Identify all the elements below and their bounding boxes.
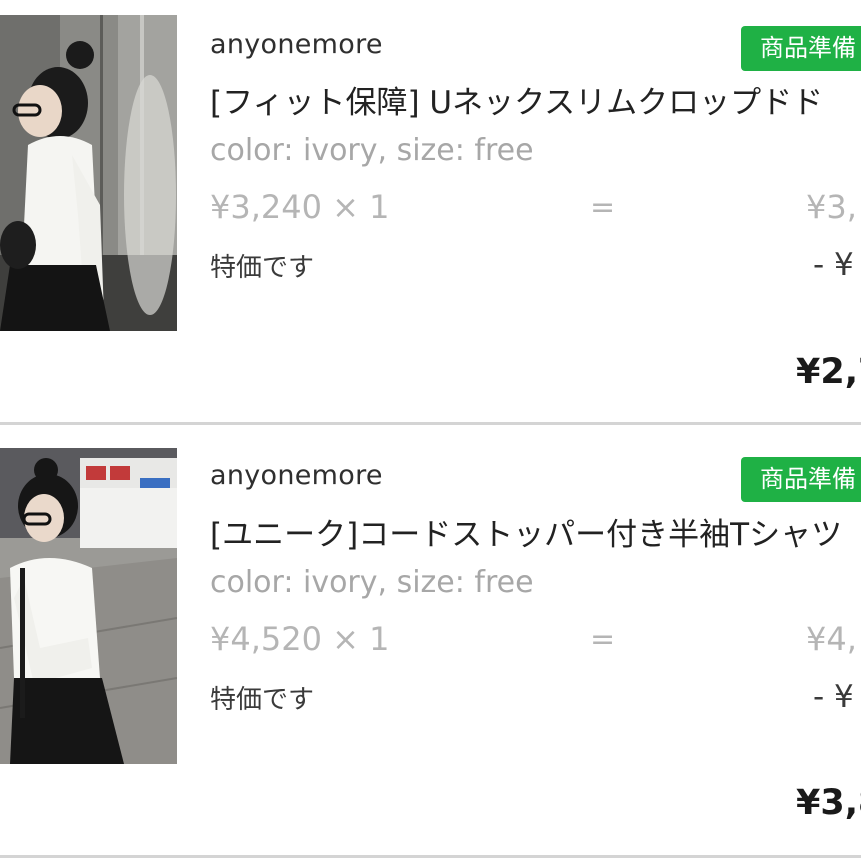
discount-amount: - ¥ bbox=[813, 247, 854, 283]
discount-amount: - ¥ bbox=[813, 679, 854, 715]
item-divider bbox=[0, 422, 861, 425]
discount-label: 特価です bbox=[210, 253, 315, 283]
unit-price-quantity: ¥3,240 × 1 bbox=[210, 188, 390, 226]
product-title[interactable]: [ユニーク]コードストッパー付き半袖Tシャツ bbox=[210, 509, 842, 554]
status-badge: 商品準備 bbox=[741, 457, 861, 502]
unit-price-quantity: ¥4,520 × 1 bbox=[210, 620, 390, 658]
product-photo-image bbox=[0, 15, 177, 331]
final-price: ¥2,7 bbox=[796, 352, 861, 392]
subtotal-price: ¥4, bbox=[806, 620, 857, 658]
equals-sign: = bbox=[590, 190, 616, 225]
final-price: ¥3,8 bbox=[796, 783, 861, 823]
product-options: color: ivory, size: free bbox=[210, 565, 534, 600]
order-item[interactable]: anyonemore 商品準備 [フィット保障] Uネックスリムクロップドド c… bbox=[0, 0, 861, 424]
shop-name[interactable]: anyonemore bbox=[210, 460, 383, 491]
product-thumbnail[interactable] bbox=[0, 448, 177, 764]
order-item-list: anyonemore 商品準備 [フィット保障] Uネックスリムクロップドド c… bbox=[0, 0, 861, 861]
product-thumbnail[interactable] bbox=[0, 15, 177, 331]
shop-name[interactable]: anyonemore bbox=[210, 29, 383, 60]
discount-label: 特価です bbox=[210, 685, 315, 715]
status-badge: 商品準備 bbox=[741, 26, 861, 71]
product-title[interactable]: [フィット保障] Uネックスリムクロップドド bbox=[210, 77, 823, 122]
product-options: color: ivory, size: free bbox=[210, 133, 534, 168]
equals-sign: = bbox=[590, 622, 616, 657]
subtotal-price: ¥3, bbox=[806, 188, 857, 226]
order-item[interactable]: anyonemore 商品準備 [ユニーク]コードストッパー付き半袖Tシャツ c… bbox=[0, 431, 861, 855]
product-photo-image bbox=[0, 448, 177, 764]
item-divider bbox=[0, 855, 861, 858]
